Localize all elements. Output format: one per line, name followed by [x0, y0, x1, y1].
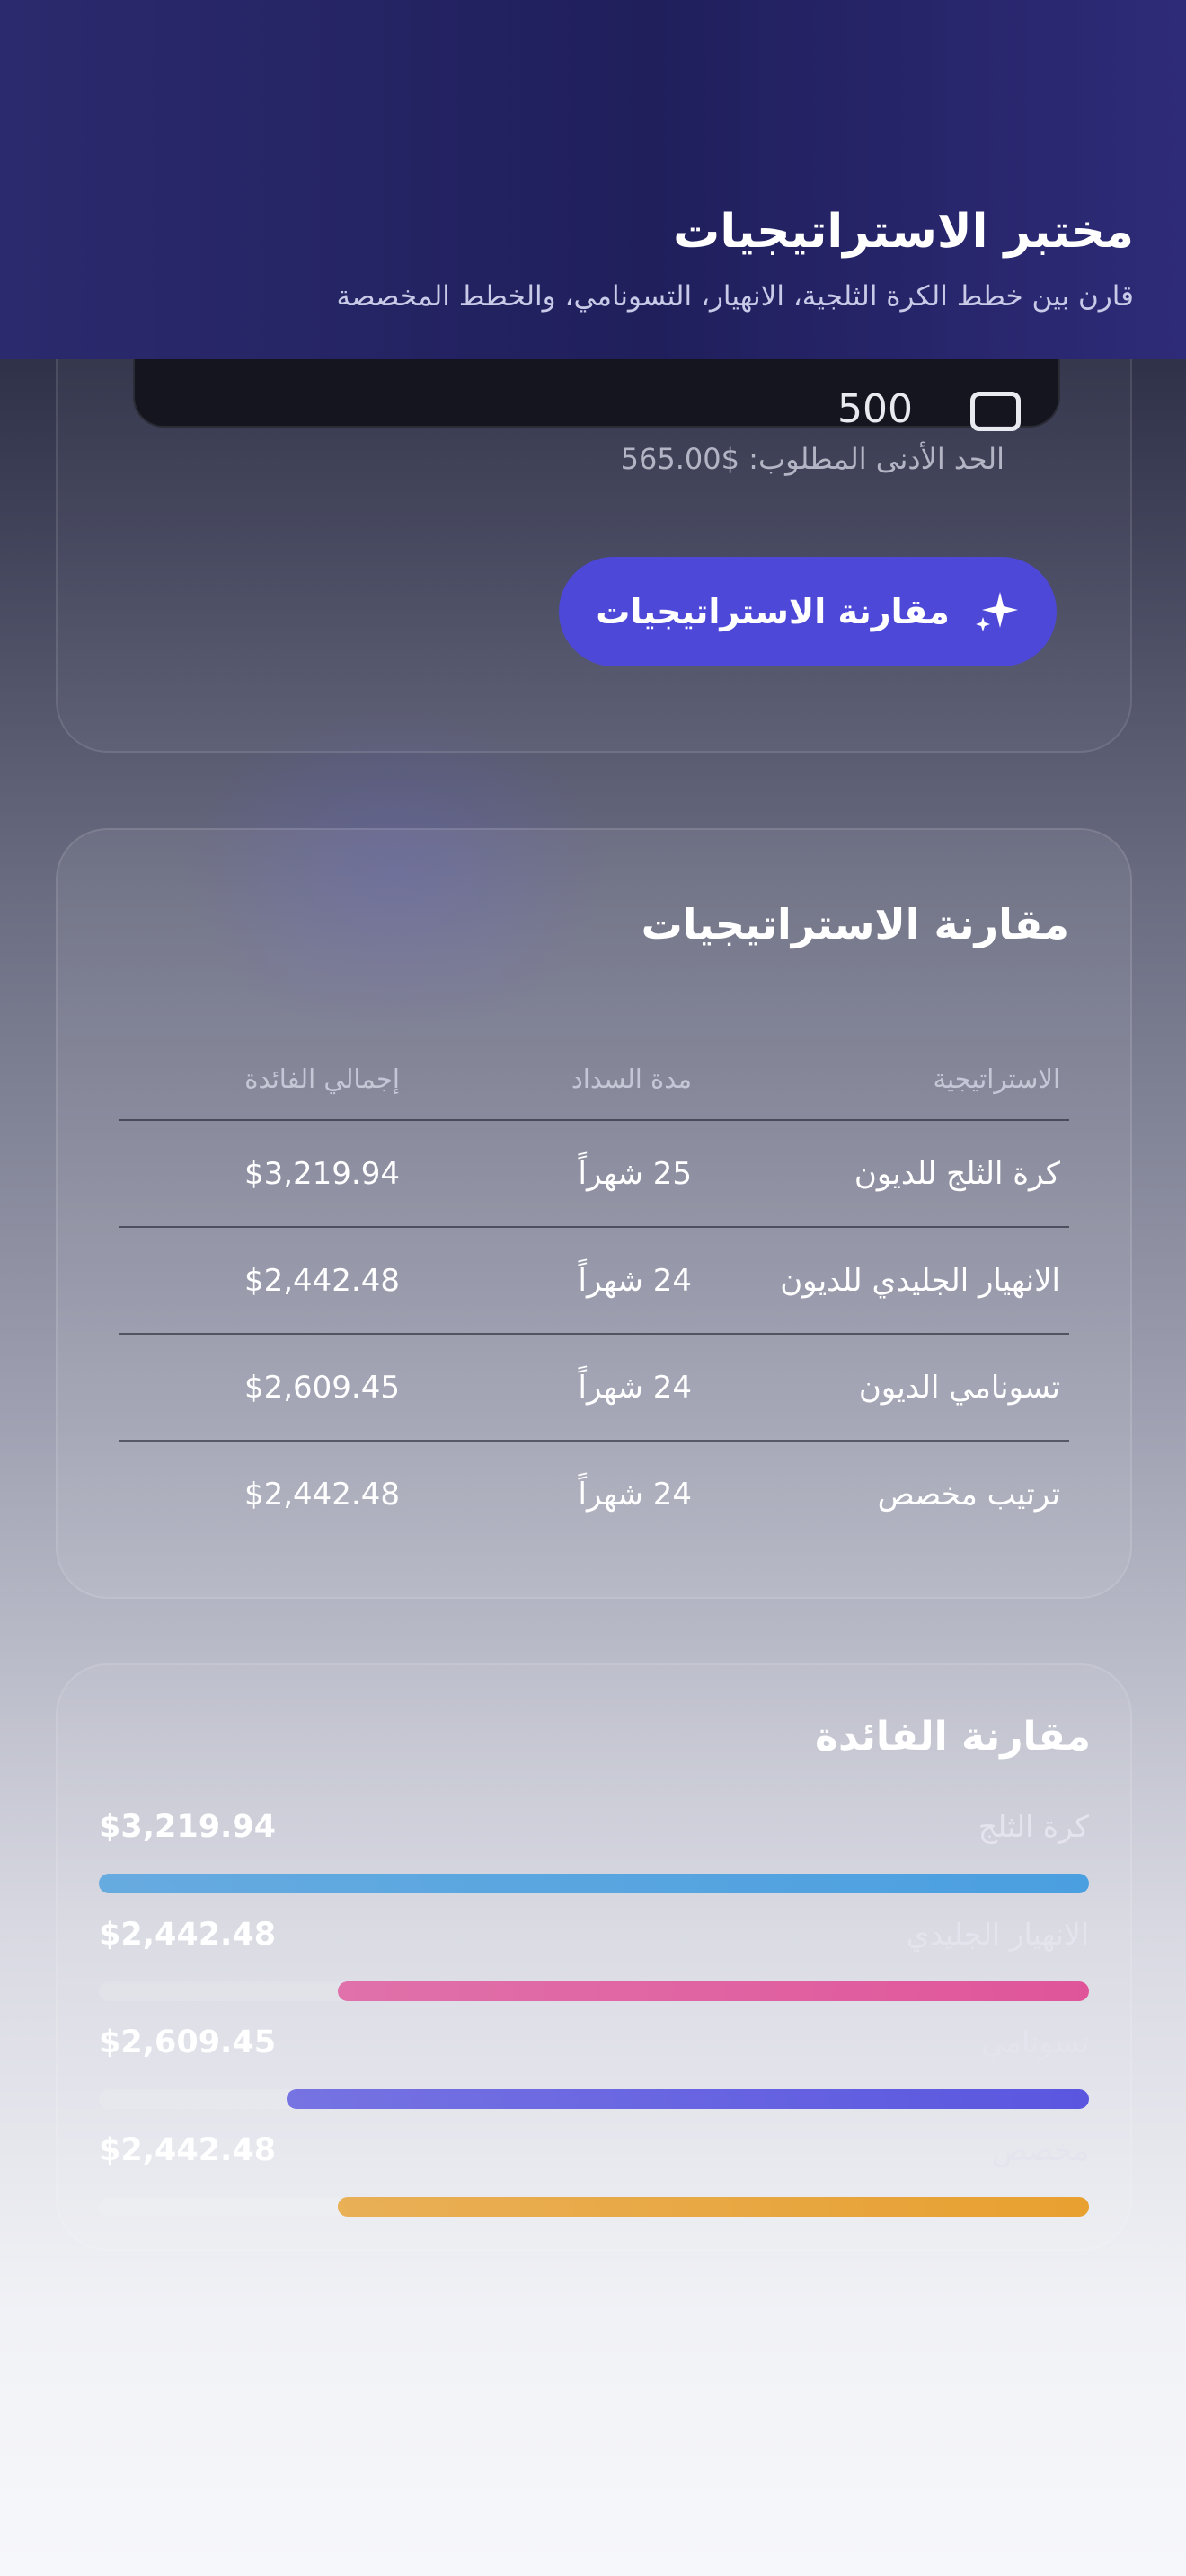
- strategy-comparison-title: مقارنة الاستراتيجيات: [641, 900, 1069, 948]
- compare-strategies-button[interactable]: مقارنة الاستراتيجيات: [559, 557, 1057, 666]
- app-header: مختبر الاستراتيجيات قارن بين خطط الكرة ا…: [0, 0, 1186, 359]
- page-subtitle: قارن بين خطط الكرة الثلجية، الانهيار، ال…: [336, 280, 1134, 313]
- payoff-duration: 24 شهراً: [578, 1476, 692, 1513]
- bar-label: مخصص: [991, 2132, 1089, 2167]
- column-header-duration: مدة السداد: [571, 1063, 692, 1094]
- bar-fill: [338, 1981, 1089, 2001]
- strategy-comparison-card: مقارنة الاستراتيجيات الاستراتيجية مدة ال…: [56, 828, 1132, 1599]
- total-interest: $3,219.94: [243, 1155, 400, 1192]
- total-interest: $2,609.45: [243, 1369, 400, 1406]
- payment-value: 500: [837, 386, 913, 432]
- bar-track: [99, 1874, 1089, 1893]
- table-row: كرة الثلج للديون 25 شهراً $3,219.94: [119, 1121, 1069, 1228]
- bar-label: الانهيار الجليدي: [906, 1917, 1089, 1952]
- interest-bar-row: الانهيار الجليدي $2,442.48: [99, 1917, 1089, 2016]
- bar-fill: [286, 2089, 1089, 2109]
- page-title: مختبر الاستراتيجيات: [673, 205, 1134, 259]
- table-row: تسونامي الديون 24 شهراً $2,609.45: [119, 1335, 1069, 1442]
- bar-track: [99, 1981, 1089, 2001]
- strategy-name: الانهيار الجليدي للديون: [780, 1262, 1060, 1299]
- bar-value: $2,609.45: [99, 2025, 277, 2060]
- column-header-interest: إجمالي الفائدة: [244, 1063, 400, 1094]
- bar-track: [99, 2089, 1089, 2109]
- total-interest: $2,442.48: [243, 1476, 400, 1513]
- calculator-icon: [970, 392, 1021, 431]
- interest-comparison-title: مقارنة الفائدة: [815, 1714, 1091, 1760]
- total-interest: $2,442.48: [243, 1262, 400, 1299]
- interest-bar-row: تسونامي $2,609.45: [99, 2025, 1089, 2123]
- bar-value: $3,219.94: [99, 1809, 277, 1845]
- bar-track: [99, 2197, 1089, 2217]
- bar-fill: [99, 1874, 1089, 1893]
- sparkle-icon: [975, 592, 1018, 631]
- column-header-strategy: الاستراتيجية: [933, 1063, 1060, 1094]
- bar-label: كرة الثلج: [978, 1809, 1089, 1844]
- strategy-name: ترتيب مخصص: [877, 1476, 1060, 1513]
- compare-button-label: مقارنة الاستراتيجيات: [596, 592, 950, 631]
- table-header-row: الاستراتيجية مدة السداد إجمالي الفائدة: [119, 1026, 1069, 1121]
- payoff-duration: 24 شهراً: [578, 1369, 692, 1406]
- strategy-table: الاستراتيجية مدة السداد إجمالي الفائدة ك…: [119, 1026, 1069, 1547]
- payoff-duration: 25 شهراً: [578, 1155, 692, 1192]
- interest-bar-row: كرة الثلج $3,219.94: [99, 1809, 1089, 1908]
- bar-value: $2,442.48: [99, 2132, 277, 2168]
- payoff-duration: 24 شهراً: [578, 1262, 692, 1299]
- table-row: الانهيار الجليدي للديون 24 شهراً $2,442.…: [119, 1228, 1069, 1335]
- min-required-text: الحد الأدنى المطلوب: $565.00: [620, 442, 1005, 476]
- interest-bar-row: مخصص $2,442.48: [99, 2132, 1089, 2231]
- strategy-name: تسونامي الديون: [858, 1369, 1060, 1406]
- bar-fill: [338, 2197, 1089, 2217]
- bar-label: تسونامي: [980, 2025, 1089, 2060]
- interest-comparison-card: مقارنة الفائدة كرة الثلج $3,219.94 الانه…: [56, 1663, 1132, 2251]
- strategy-name: كرة الثلج للديون: [854, 1155, 1060, 1192]
- table-row: ترتيب مخصص 24 شهراً $2,442.48: [119, 1442, 1069, 1547]
- bar-value: $2,442.48: [99, 1917, 277, 1953]
